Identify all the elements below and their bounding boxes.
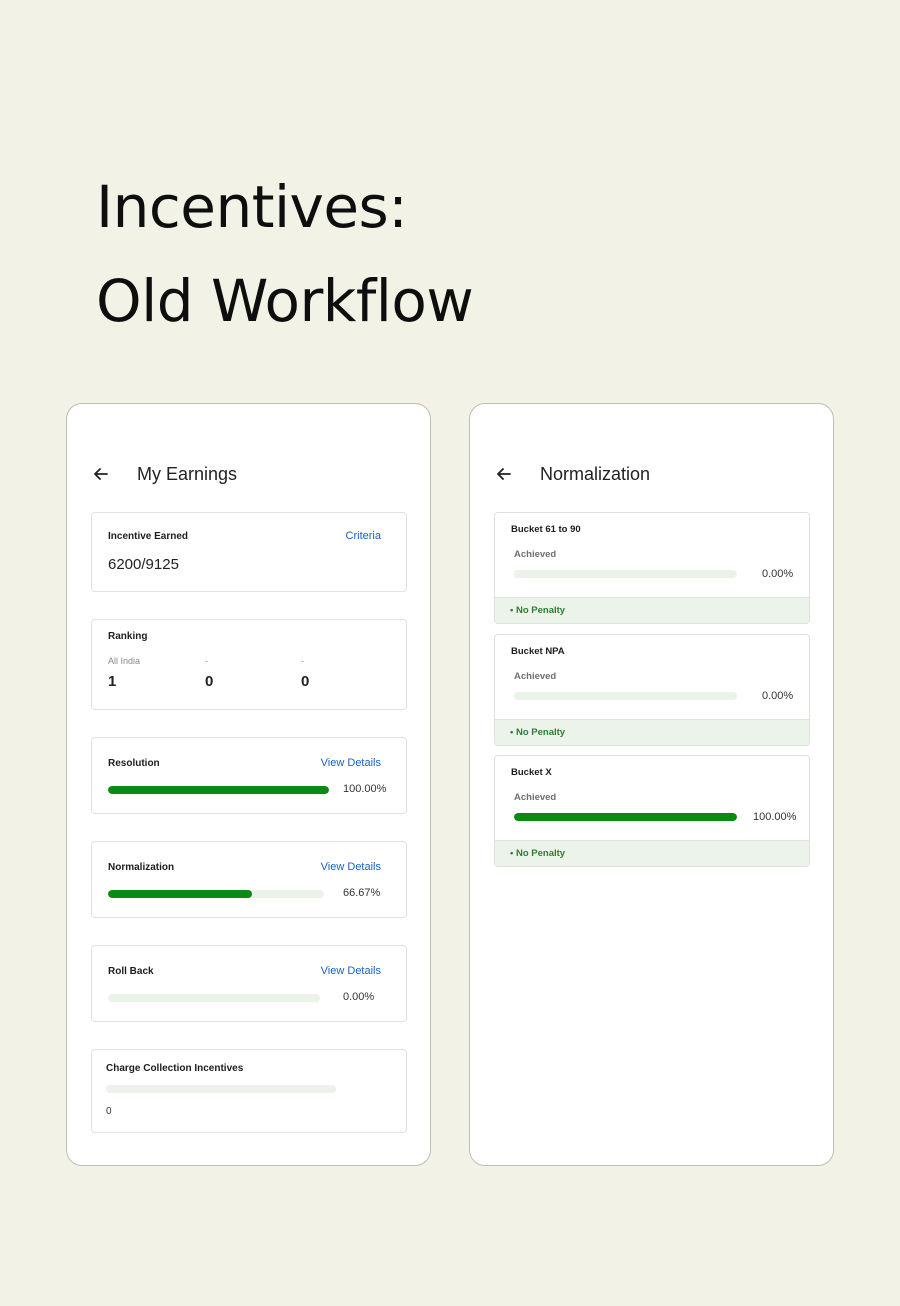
page-headline: Incentives: Old Workflow <box>96 160 474 348</box>
screen-title: Normalization <box>540 463 651 484</box>
bucket-name: Bucket 61 to 90 <box>511 524 581 535</box>
app-bar: Normalization <box>494 454 809 494</box>
normalization-progress-fill <box>108 890 252 898</box>
app-bar: My Earnings <box>91 454 406 494</box>
headline-line-2: Old Workflow <box>96 267 474 335</box>
resolution-label: Resolution <box>108 758 160 769</box>
bucket-name: Bucket X <box>511 767 552 778</box>
charge-collection-value: 0 <box>106 1106 112 1117</box>
achieved-label: Achieved <box>514 549 557 560</box>
rollback-label: Roll Back <box>108 966 154 977</box>
ranking-label: Ranking <box>108 631 148 642</box>
normalization-label: Normalization <box>108 862 175 873</box>
normalization-card[interactable]: Normalization View Details 66.67% <box>91 841 407 918</box>
bucket-percent: 0.00% <box>762 690 794 702</box>
screen-title: My Earnings <box>137 463 238 484</box>
incentive-earned-label: Incentive Earned <box>108 531 189 542</box>
ranking-col-3-label: - <box>301 656 304 666</box>
charge-collection-label: Charge Collection Incentives <box>106 1063 244 1074</box>
ranking-col-2-value: 0 <box>205 673 214 690</box>
resolution-progress-fill <box>108 786 329 794</box>
my-earnings-screen: My Earnings Incentive Earned Criteria 62… <box>66 403 431 1166</box>
resolution-progress-bar <box>108 786 329 794</box>
normalization-percent: 66.67% <box>343 887 381 899</box>
arrow-left-icon[interactable] <box>91 464 111 484</box>
bucket-percent: 0.00% <box>762 568 794 580</box>
penalty-status: • No Penalty <box>495 597 809 623</box>
normalization-view-details-link[interactable]: View Details <box>321 861 381 873</box>
incentive-earned-value: 6200/9125 <box>108 556 179 573</box>
ranking-card: Ranking All India 1 - 0 - 0 <box>91 619 407 710</box>
resolution-view-details-link[interactable]: View Details <box>321 757 381 769</box>
headline-line-1: Incentives: <box>96 173 408 241</box>
bucket-card: Bucket X Achieved 100.00% • No Penalty <box>494 755 810 867</box>
incentive-earned-card: Incentive Earned Criteria 6200/9125 <box>91 512 407 592</box>
ranking-col-1-value: 1 <box>108 673 117 690</box>
bucket-progress-fill <box>514 813 737 821</box>
bucket-card: Bucket NPA Achieved 0.00% • No Penalty <box>494 634 810 746</box>
normalization-progress-bar <box>108 890 324 898</box>
resolution-percent: 100.00% <box>343 783 387 795</box>
normalization-screen: Normalization Bucket 61 to 90 Achieved 0… <box>469 403 834 1166</box>
charge-collection-progress-bar <box>106 1085 336 1093</box>
rollback-percent: 0.00% <box>343 991 375 1003</box>
bucket-progress-bar <box>514 570 737 578</box>
achieved-label: Achieved <box>514 671 557 682</box>
arrow-left-icon[interactable] <box>494 464 514 484</box>
bucket-name: Bucket NPA <box>511 646 565 657</box>
penalty-status: • No Penalty <box>495 719 809 745</box>
rollback-card: Roll Back View Details 0.00% <box>91 945 407 1022</box>
bucket-card: Bucket 61 to 90 Achieved 0.00% • No Pena… <box>494 512 810 624</box>
criteria-link[interactable]: Criteria <box>346 530 381 542</box>
resolution-card: Resolution View Details 100.00% <box>91 737 407 814</box>
rollback-progress-bar <box>108 994 320 1002</box>
charge-collection-card: Charge Collection Incentives 0 <box>91 1049 407 1133</box>
rollback-view-details-link[interactable]: View Details <box>321 965 381 977</box>
bucket-progress-bar <box>514 813 737 821</box>
bucket-progress-bar <box>514 692 737 700</box>
achieved-label: Achieved <box>514 792 557 803</box>
ranking-col-3-value: 0 <box>301 673 310 690</box>
bucket-percent: 100.00% <box>753 811 797 823</box>
penalty-status: • No Penalty <box>495 840 809 866</box>
ranking-col-2-label: - <box>205 656 208 666</box>
ranking-col-1-label: All India <box>108 656 141 666</box>
